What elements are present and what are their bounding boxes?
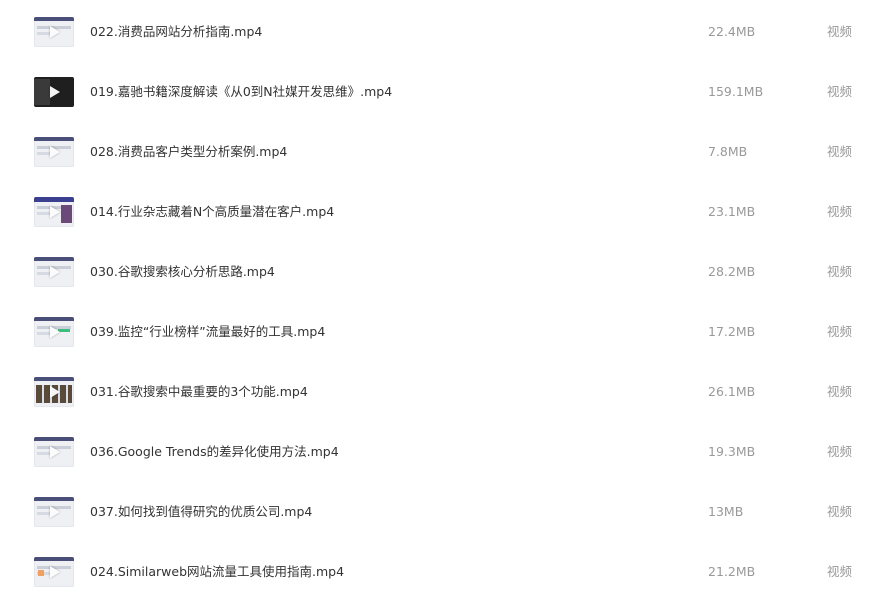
file-row[interactable]: 031.谷歌搜索中最重要的3个功能.mp4 26.1MB 视频 — [0, 362, 894, 422]
file-row[interactable]: 039.监控“行业榜样”流量最好的工具.mp4 17.2MB 视频 — [0, 302, 894, 362]
thumbnail-bar — [34, 497, 74, 501]
thumbnail-bar — [34, 257, 74, 261]
file-size: 13MB — [708, 504, 744, 519]
video-thumbnail[interactable] — [34, 497, 74, 527]
play-icon — [50, 26, 60, 38]
thumbnail-bar — [34, 137, 74, 141]
file-size: 7.8MB — [708, 144, 748, 159]
file-name[interactable]: 037.如何找到值得研究的优质公司.mp4 — [90, 482, 312, 542]
file-type: 视频 — [827, 264, 853, 279]
file-row[interactable]: 024.Similarweb网站流量工具使用指南.mp4 21.2MB 视频 — [0, 542, 894, 602]
file-type: 视频 — [827, 444, 853, 459]
video-thumbnail[interactable] — [34, 197, 74, 227]
file-list: 022.消费品网站分析指南.mp4 22.4MB 视频 019.嘉驰书籍深度解读《从0… — [0, 2, 894, 602]
file-name[interactable]: 030.谷歌搜索核心分析思路.mp4 — [90, 242, 275, 302]
thumbnail-bar — [34, 317, 74, 321]
video-thumbnail[interactable] — [34, 437, 74, 467]
file-size: 22.4MB — [708, 24, 756, 39]
file-type: 视频 — [827, 24, 853, 39]
file-name[interactable]: 039.监控“行业榜样”流量最好的工具.mp4 — [90, 302, 325, 362]
play-icon — [50, 506, 60, 518]
thumbnail-accent — [61, 205, 72, 223]
file-row[interactable]: 014.行业杂志藏着N个高质量潜在客户.mp4 23.1MB 视频 — [0, 182, 894, 242]
file-type: 视频 — [827, 84, 853, 99]
play-icon — [50, 386, 60, 398]
play-icon — [50, 86, 60, 98]
thumbnail-bar — [34, 557, 74, 561]
file-size: 17.2MB — [708, 324, 756, 339]
file-size: 21.2MB — [708, 564, 756, 579]
thumbnail-accent — [38, 570, 44, 576]
file-type: 视频 — [827, 144, 853, 159]
file-name[interactable]: 019.嘉驰书籍深度解读《从0到N社媒开发思维》.mp4 — [90, 62, 392, 122]
file-name[interactable]: 024.Similarweb网站流量工具使用指南.mp4 — [90, 542, 344, 602]
video-thumbnail[interactable] — [34, 137, 74, 167]
video-thumbnail[interactable] — [34, 257, 74, 287]
file-size: 159.1MB — [708, 84, 764, 99]
play-icon — [50, 326, 60, 338]
file-size: 23.1MB — [708, 204, 756, 219]
file-row[interactable]: 022.消费品网站分析指南.mp4 22.4MB 视频 — [0, 2, 894, 62]
thumbnail-bar — [34, 377, 74, 381]
video-thumbnail[interactable] — [34, 317, 74, 347]
file-row[interactable]: 030.谷歌搜索核心分析思路.mp4 28.2MB 视频 — [0, 242, 894, 302]
play-icon — [50, 446, 60, 458]
file-size: 26.1MB — [708, 384, 756, 399]
video-thumbnail[interactable] — [34, 377, 74, 407]
file-type: 视频 — [827, 384, 853, 399]
file-name[interactable]: 028.消费品客户类型分析案例.mp4 — [90, 122, 287, 182]
play-icon — [50, 206, 60, 218]
thumbnail-bar — [34, 437, 74, 441]
file-row[interactable]: 037.如何找到值得研究的优质公司.mp4 13MB 视频 — [0, 482, 894, 542]
file-name[interactable]: 022.消费品网站分析指南.mp4 — [90, 2, 262, 62]
file-name[interactable]: 014.行业杂志藏着N个高质量潜在客户.mp4 — [90, 182, 334, 242]
file-row[interactable]: 019.嘉驰书籍深度解读《从0到N社媒开发思维》.mp4 159.1MB 视频 — [0, 62, 894, 122]
video-thumbnail[interactable] — [34, 17, 74, 47]
file-size: 19.3MB — [708, 444, 756, 459]
file-name[interactable]: 036.Google Trends的差异化使用方法.mp4 — [90, 422, 339, 482]
file-type: 视频 — [827, 324, 853, 339]
video-thumbnail[interactable] — [34, 557, 74, 587]
play-icon — [50, 146, 60, 158]
video-thumbnail[interactable] — [34, 77, 74, 107]
file-size: 28.2MB — [708, 264, 756, 279]
thumbnail-face — [34, 79, 50, 105]
file-row[interactable]: 028.消费品客户类型分析案例.mp4 7.8MB 视频 — [0, 122, 894, 182]
file-type: 视频 — [827, 204, 853, 219]
play-icon — [50, 266, 60, 278]
file-type: 视频 — [827, 504, 853, 519]
thumbnail-bar — [34, 17, 74, 21]
file-type: 视频 — [827, 564, 853, 579]
play-icon — [50, 566, 60, 578]
file-name[interactable]: 031.谷歌搜索中最重要的3个功能.mp4 — [90, 362, 308, 422]
file-row[interactable]: 036.Google Trends的差异化使用方法.mp4 19.3MB 视频 — [0, 422, 894, 482]
thumbnail-bar — [34, 197, 74, 202]
